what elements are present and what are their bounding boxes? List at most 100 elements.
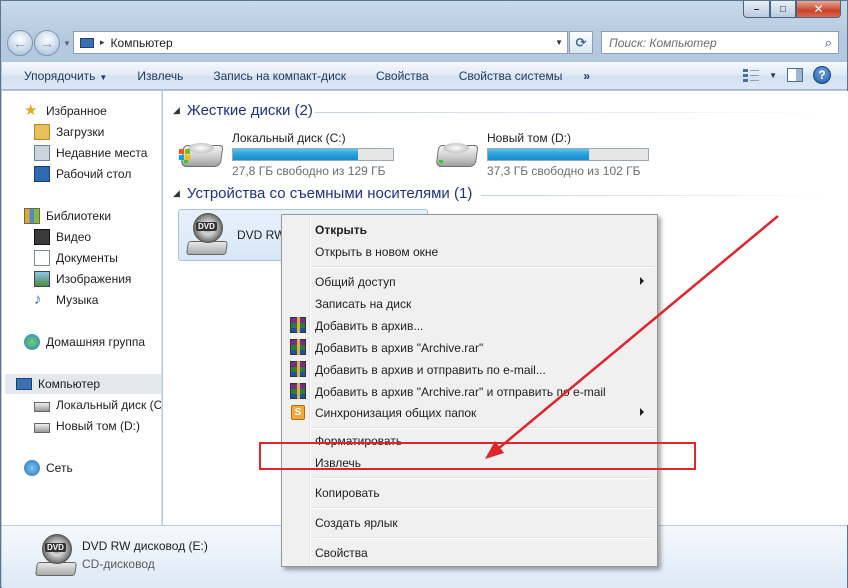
context-menu: Открыть Открыть в новом окне Общий досту… xyxy=(281,214,658,567)
nav-label: Сеть xyxy=(46,461,73,475)
hard-disk-icon xyxy=(433,131,481,175)
minimize-button[interactable]: – xyxy=(743,1,770,18)
properties-button[interactable]: Свойства xyxy=(361,69,444,83)
eject-button[interactable]: Извлечь xyxy=(122,69,198,83)
nav-libraries[interactable]: Библиотеки xyxy=(24,206,111,226)
dvd-icon-label: DVD xyxy=(45,543,66,552)
address-dropdown-icon[interactable]: ▼ xyxy=(555,38,563,47)
view-options-dropdown[interactable]: ▼ xyxy=(769,71,777,80)
homegroup-icon xyxy=(24,334,40,350)
computer-icon xyxy=(80,37,94,48)
menu-separator xyxy=(313,477,654,479)
menu-item-sync[interactable]: S Синхронизация общих папок xyxy=(285,402,654,423)
nav-images[interactable]: Изображения xyxy=(34,269,131,289)
video-icon xyxy=(34,229,50,245)
menu-item-burn[interactable]: Записать на диск xyxy=(285,293,654,314)
winrar-icon xyxy=(290,361,306,377)
back-button[interactable]: ← xyxy=(7,30,33,56)
nav-label: Музыка xyxy=(56,293,99,307)
sync-folders-icon: S xyxy=(291,405,305,420)
more-commands-button[interactable]: » xyxy=(577,69,596,83)
organize-button[interactable]: Упорядочить ▼ xyxy=(2,69,122,83)
drive-usage-fill xyxy=(233,149,358,160)
system-properties-button[interactable]: Свойства системы xyxy=(444,69,578,83)
maximize-button[interactable]: □ xyxy=(770,1,796,18)
nav-music[interactable]: ♪ Музыка xyxy=(34,290,98,310)
navigation-pane[interactable]: ★ Избранное Загрузки Недавние места Рабо… xyxy=(2,91,162,525)
collapse-triangle-icon[interactable]: ◢ xyxy=(173,188,180,199)
preview-pane-icon[interactable] xyxy=(787,68,803,82)
change-view-icon[interactable] xyxy=(743,68,760,82)
details-item-type: CD-дисковод xyxy=(82,557,155,571)
menu-item-properties[interactable]: Свойства xyxy=(285,542,654,563)
group-title: Устройства со съемными носителями (1) xyxy=(186,185,473,202)
breadcrumb-separator[interactable]: ▸ xyxy=(100,37,105,48)
windows-logo-icon xyxy=(179,149,191,161)
drive-free-space: 37,3 ГБ свободно из 102 ГБ xyxy=(487,164,641,178)
nav-downloads[interactable]: Загрузки xyxy=(34,122,104,142)
nav-computer[interactable]: Компьютер xyxy=(5,374,161,394)
removable-group-header[interactable]: ◢ Устройства со съемными носителями (1) xyxy=(173,185,472,202)
search-input[interactable]: Поиск: Компьютер ⌕ xyxy=(601,31,839,54)
dvd-drive-icon: DVD xyxy=(183,213,231,257)
menu-item-label: Добавить в архив... xyxy=(315,318,424,333)
address-bar[interactable]: ▸ Компьютер ▼ xyxy=(73,31,568,54)
refresh-icon: ⟳ xyxy=(575,34,587,50)
back-arrow-icon: ← xyxy=(13,35,27,51)
nav-label: Недавние места xyxy=(56,146,148,160)
group-divider xyxy=(315,112,835,113)
menu-item-open[interactable]: Открыть xyxy=(285,219,654,240)
explorer-window: – □ ✕ ← → ▼ ▸ Компьютер ▼ ⟳ Поиск: Компь… xyxy=(0,0,848,588)
nav-desktop[interactable]: Рабочий стол xyxy=(34,164,131,184)
drive-name: Локальный диск (C:) xyxy=(232,131,346,145)
breadcrumb-computer[interactable]: Компьютер xyxy=(111,36,173,50)
hard-drives-group-header[interactable]: ◢ Жесткие диски (2) xyxy=(173,102,313,119)
menu-item-add-archive-rar-email[interactable]: Добавить в архив "Archive.rar" и отправи… xyxy=(285,381,654,402)
menu-item-copy[interactable]: Копировать xyxy=(285,482,654,503)
forward-button[interactable]: → xyxy=(34,30,60,56)
nav-homegroup[interactable]: Домашняя группа xyxy=(24,332,145,352)
nav-network[interactable]: Сеть xyxy=(24,458,73,478)
menu-item-eject[interactable]: Извлечь xyxy=(285,452,654,473)
nav-label: Загрузки xyxy=(56,125,105,139)
drive-usage-bar xyxy=(487,148,649,161)
nav-new-volume-d[interactable]: Новый том (D:) xyxy=(34,416,140,436)
nav-favorites[interactable]: ★ Избранное xyxy=(24,101,107,121)
nav-label: Рабочий стол xyxy=(56,167,132,181)
menu-item-add-archive-rar[interactable]: Добавить в архив "Archive.rar" xyxy=(285,337,654,358)
collapse-triangle-icon[interactable]: ◢ xyxy=(173,105,180,116)
winrar-icon xyxy=(290,339,306,355)
star-icon: ★ xyxy=(24,102,38,119)
nav-label: Видео xyxy=(56,230,92,244)
menu-separator xyxy=(313,427,654,429)
nav-video[interactable]: Видео xyxy=(34,227,91,247)
menu-item-create-shortcut[interactable]: Создать ярлык xyxy=(285,512,654,533)
nav-recent[interactable]: Недавние места xyxy=(34,143,147,163)
menu-item-share[interactable]: Общий доступ xyxy=(285,271,654,292)
computer-icon xyxy=(16,378,32,390)
recent-pages-dropdown[interactable]: ▼ xyxy=(63,39,71,48)
search-placeholder: Поиск: Компьютер xyxy=(609,35,717,50)
help-icon[interactable]: ? xyxy=(813,66,831,84)
organize-label: Упорядочить xyxy=(24,68,96,83)
drive-name: Новый том (D:) xyxy=(487,131,571,145)
drive-tile-c[interactable]: Локальный диск (C:) 27,8 ГБ свободно из … xyxy=(178,131,394,178)
burn-button[interactable]: Запись на компакт-диск xyxy=(198,69,361,83)
menu-item-add-archive-email[interactable]: Добавить в архив и отправить по e-mail..… xyxy=(285,359,654,380)
downloads-folder-icon xyxy=(34,124,50,140)
submenu-arrow-icon xyxy=(640,408,644,416)
refresh-button[interactable]: ⟳ xyxy=(569,31,593,54)
menu-item-open-new-window[interactable]: Открыть в новом окне xyxy=(285,241,654,262)
nav-documents[interactable]: Документы xyxy=(34,248,118,268)
drive-tile-d[interactable]: Новый том (D:) 37,3 ГБ свободно из 102 Г… xyxy=(433,131,649,178)
nav-label: Документы xyxy=(56,251,118,265)
search-icon[interactable]: ⌕ xyxy=(825,35,832,51)
menu-item-format[interactable]: Форматировать xyxy=(285,430,654,451)
menu-item-label: Добавить в архив и отправить по e-mail..… xyxy=(315,362,546,377)
close-button[interactable]: ✕ xyxy=(796,1,841,18)
caption-buttons: – □ ✕ xyxy=(743,1,841,19)
menu-item-add-archive[interactable]: Добавить в архив... xyxy=(285,315,654,336)
nav-local-disk-c[interactable]: Локальный диск (С xyxy=(34,395,161,415)
menu-separator xyxy=(313,537,654,539)
drive-free-space: 27,8 ГБ свободно из 129 ГБ xyxy=(232,164,386,178)
